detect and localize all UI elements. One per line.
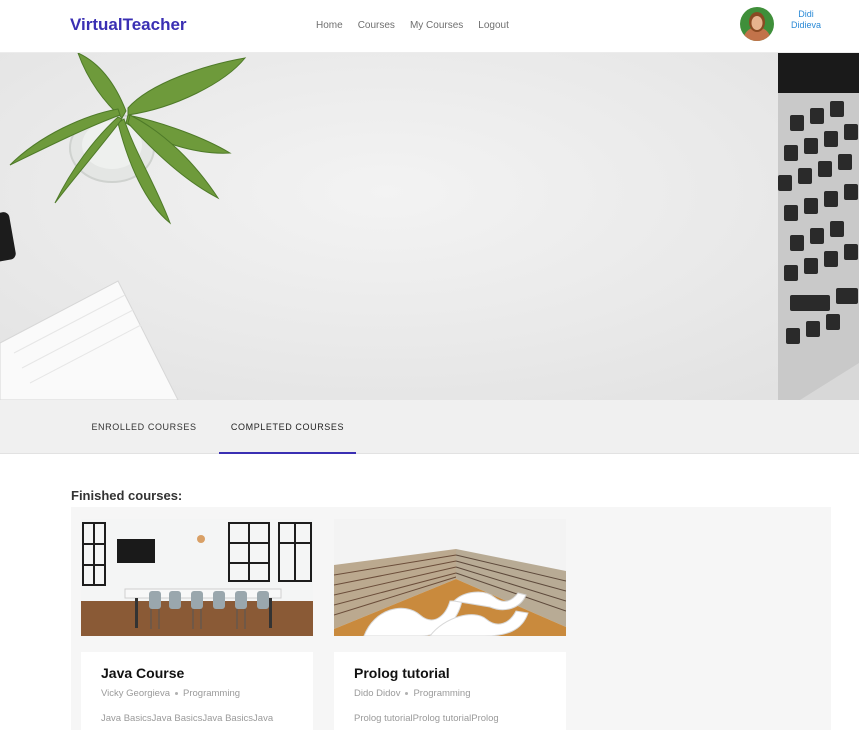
nav-courses-link[interactable]: Courses bbox=[358, 20, 395, 31]
separator-dot-icon bbox=[175, 692, 178, 695]
laptop-illustration bbox=[778, 53, 859, 400]
notebook-illustration bbox=[0, 280, 179, 400]
user-avatar[interactable] bbox=[740, 7, 774, 41]
nav-my-courses-link[interactable]: My Courses bbox=[410, 20, 463, 31]
course-title[interactable]: Java Course bbox=[101, 665, 184, 681]
course-title[interactable]: Prolog tutorial bbox=[354, 665, 450, 681]
finished-courses-panel: Java Course Vicky Georgieva Programming … bbox=[71, 507, 831, 730]
course-meta: Vicky Georgieva Programming bbox=[101, 688, 240, 699]
user-last-name: Didieva bbox=[790, 20, 821, 30]
course-description: Java BasicsJava BasicsJava BasicsJava bbox=[101, 713, 274, 724]
course-category: Programming bbox=[413, 688, 471, 699]
separator-dot-icon bbox=[405, 692, 409, 695]
user-first-name: Didi bbox=[798, 9, 814, 19]
main-nav: Home Courses My Courses Logout bbox=[316, 20, 509, 31]
course-meta: Dido Didov Programming bbox=[354, 688, 471, 699]
course-author: Dido Didov bbox=[354, 688, 401, 699]
course-author: Vicky Georgieva bbox=[101, 688, 170, 699]
top-navbar: VirtualTeacher Home Courses My Courses L… bbox=[0, 0, 859, 53]
brand-logo[interactable]: VirtualTeacher bbox=[70, 15, 187, 35]
course-card[interactable]: Java Course Vicky Georgieva Programming … bbox=[81, 519, 313, 730]
hero-banner-image bbox=[0, 53, 859, 400]
succulent-plant-illustration bbox=[9, 53, 247, 225]
user-name-link[interactable]: Didi Didieva bbox=[782, 9, 830, 31]
section-title: Finished courses: bbox=[71, 488, 183, 503]
tab-completed-courses[interactable]: COMPLETED COURSES bbox=[219, 400, 356, 454]
course-thumbnail[interactable] bbox=[81, 519, 313, 636]
course-description: Prolog tutorialProlog tutorialProlog bbox=[354, 713, 499, 724]
course-category: Programming bbox=[183, 688, 241, 699]
course-thumbnail[interactable] bbox=[334, 519, 566, 636]
course-card[interactable]: Prolog tutorial Dido Didov Programming P… bbox=[334, 519, 566, 730]
tab-enrolled-courses[interactable]: ENROLLED COURSES bbox=[80, 400, 208, 454]
nav-home-link[interactable]: Home bbox=[316, 20, 343, 31]
nav-logout-link[interactable]: Logout bbox=[478, 20, 509, 31]
course-tabs: ENROLLED COURSES COMPLETED COURSES bbox=[0, 400, 859, 454]
